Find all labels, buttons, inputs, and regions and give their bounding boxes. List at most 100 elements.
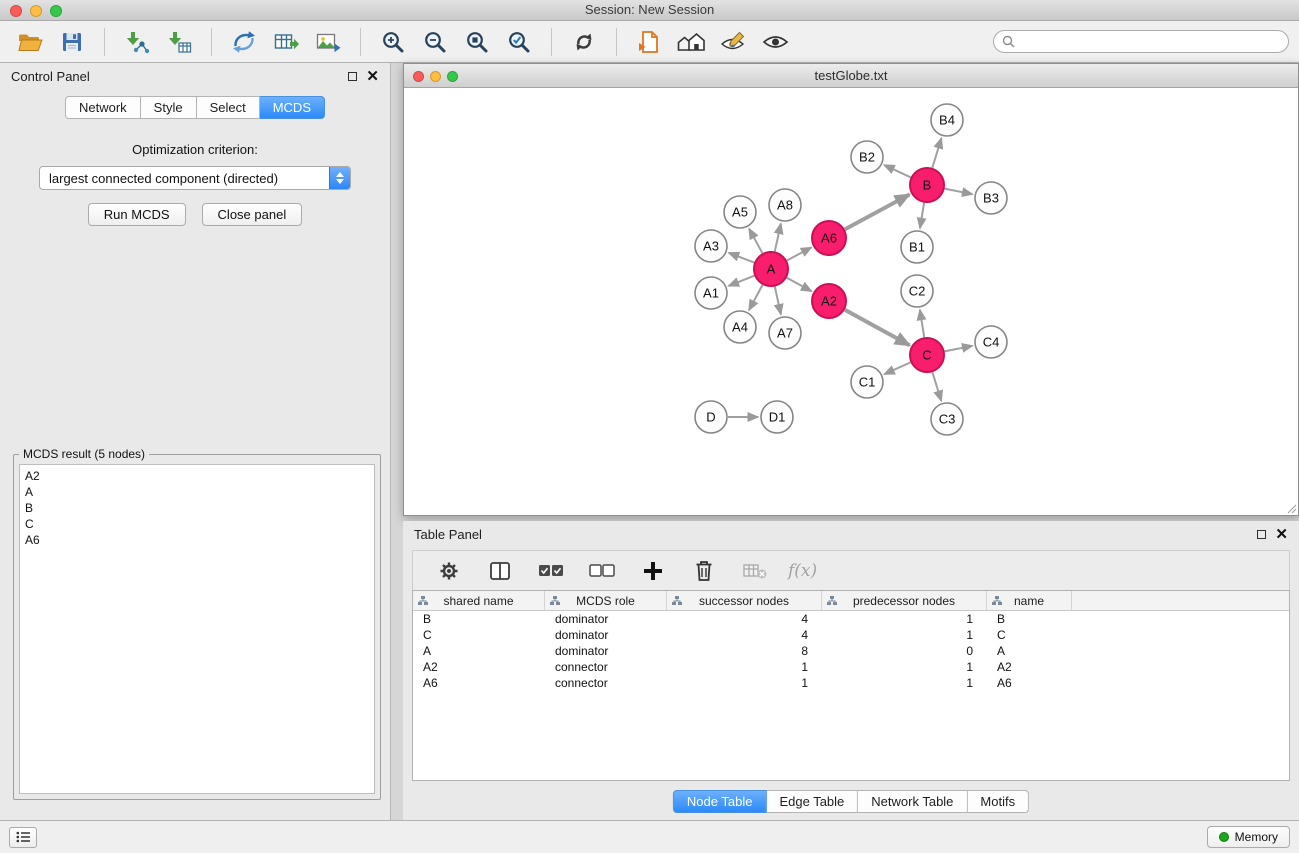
resize-grip-icon[interactable] [1285, 502, 1297, 514]
import-document-button[interactable] [631, 24, 667, 60]
graph-edge-C-C2[interactable] [920, 310, 924, 337]
mcds-result-item[interactable]: A [25, 484, 369, 500]
mcds-result-item[interactable]: B [25, 500, 369, 516]
table-row[interactable]: A6connector11A6 [413, 675, 1289, 691]
maximize-network-window-icon[interactable] [447, 71, 458, 82]
table-row[interactable]: Bdominator41B [413, 611, 1289, 627]
graph-node-B1[interactable]: B1 [901, 231, 933, 263]
graph-edge-A-A3[interactable] [729, 253, 755, 263]
graph-node-A3[interactable]: A3 [695, 230, 727, 262]
delete-column-button[interactable] [686, 553, 722, 589]
tab-network[interactable]: Network [65, 96, 141, 119]
network-graph-svg[interactable]: B4B2BB3A5A8A6B1A3AC2A1A2A4A7C4CC1C3DD1 [404, 88, 1298, 515]
graph-node-C4[interactable]: C4 [975, 326, 1007, 358]
graph-edge-B-B1[interactable] [920, 203, 924, 228]
save-session-button[interactable] [54, 24, 90, 60]
table-row[interactable]: Adominator80A [413, 643, 1289, 659]
close-network-window-icon[interactable] [413, 71, 424, 82]
graph-node-B4[interactable]: B4 [931, 104, 963, 136]
column-header-name[interactable]: name [987, 591, 1072, 610]
graph-node-A1[interactable]: A1 [695, 277, 727, 309]
graph-edge-C-C1[interactable] [884, 362, 910, 374]
zoom-in-button[interactable] [375, 24, 411, 60]
graph-node-A[interactable]: A [754, 252, 788, 286]
minimize-window-icon[interactable] [30, 5, 42, 17]
graph-node-A4[interactable]: A4 [724, 311, 756, 343]
graph-edge-A-A1[interactable] [729, 276, 755, 286]
show-columns-button[interactable] [482, 553, 518, 589]
graph-node-A8[interactable]: A8 [769, 189, 801, 221]
float-table-panel-icon[interactable] [1257, 530, 1266, 539]
graph-node-B3[interactable]: B3 [975, 182, 1007, 214]
graph-edge-B-B3[interactable] [945, 189, 973, 195]
mcds-result-item[interactable]: A6 [25, 532, 369, 548]
search-input[interactable] [1019, 35, 1280, 49]
graph-node-B[interactable]: B [910, 168, 944, 202]
run-mcds-button[interactable]: Run MCDS [88, 203, 186, 226]
select-all-button[interactable] [533, 553, 569, 589]
open-session-button[interactable] [12, 24, 48, 60]
mcds-result-item[interactable]: C [25, 516, 369, 532]
graph-node-D1[interactable]: D1 [761, 401, 793, 433]
graph-edge-A-A5[interactable] [749, 229, 762, 254]
table-row[interactable]: Cdominator41C [413, 627, 1289, 643]
new-network-button[interactable] [226, 24, 262, 60]
graph-edge-A-A7[interactable] [775, 287, 781, 315]
graph-node-A5[interactable]: A5 [724, 196, 756, 228]
tab-network-table[interactable]: Network Table [858, 790, 967, 813]
graph-node-A7[interactable]: A7 [769, 317, 801, 349]
tab-edge-table[interactable]: Edge Table [766, 790, 858, 813]
graph-node-A2[interactable]: A2 [812, 284, 846, 318]
mcds-result-item[interactable]: A2 [25, 468, 369, 484]
float-panel-icon[interactable] [348, 72, 357, 81]
graph-node-C3[interactable]: C3 [931, 403, 963, 435]
tab-style[interactable]: Style [141, 96, 197, 119]
import-network-from-file-button[interactable] [119, 24, 155, 60]
graph-edge-A-A2[interactable] [787, 278, 812, 292]
graph-edge-A2-C[interactable] [845, 310, 910, 346]
edit-style-button[interactable] [715, 24, 751, 60]
minimize-network-window-icon[interactable] [430, 71, 441, 82]
export-image-button[interactable] [310, 24, 346, 60]
graph-edge-A-A8[interactable] [775, 224, 781, 252]
table-row[interactable]: A2connector11A2 [413, 659, 1289, 675]
maximize-window-icon[interactable] [50, 5, 62, 17]
mcds-result-list[interactable]: A2ABCA6 [19, 464, 375, 794]
graph-edge-C-C4[interactable] [945, 346, 973, 352]
zoom-out-button[interactable] [417, 24, 453, 60]
close-panel-icon[interactable]: ✕ [366, 72, 379, 82]
graph-node-B2[interactable]: B2 [851, 141, 883, 173]
graph-edge-C-C3[interactable] [932, 372, 941, 401]
column-header-successor-nodes[interactable]: successor nodes [667, 591, 822, 610]
zoom-fit-button[interactable] [459, 24, 495, 60]
graph-edge-A-A6[interactable] [787, 247, 812, 260]
home-button[interactable] [673, 24, 709, 60]
column-header-MCDS-role[interactable]: MCDS role [545, 591, 667, 610]
close-panel-button[interactable]: Close panel [202, 203, 303, 226]
delete-table-button[interactable] [737, 553, 773, 589]
column-header-shared-name[interactable]: shared name [413, 591, 545, 610]
search-field[interactable] [993, 30, 1289, 53]
network-window-titlebar[interactable]: testGlobe.txt [404, 64, 1298, 88]
function-builder-button[interactable]: f(x) [788, 561, 817, 581]
graph-node-C2[interactable]: C2 [901, 275, 933, 307]
zoom-selected-button[interactable] [501, 24, 537, 60]
graph-node-C1[interactable]: C1 [851, 366, 883, 398]
new-table-button[interactable] [268, 24, 304, 60]
graph-node-D[interactable]: D [695, 401, 727, 433]
add-column-button[interactable] [635, 553, 671, 589]
network-canvas[interactable]: B4B2BB3A5A8A6B1A3AC2A1A2A4A7C4CC1C3DD1 [404, 88, 1298, 515]
graph-edge-B-B2[interactable] [884, 165, 911, 177]
optimization-criterion-select[interactable]: largest connected component (directed) [39, 166, 351, 190]
close-window-icon[interactable] [10, 5, 22, 17]
show-graphics-details-button[interactable] [757, 24, 793, 60]
table-settings-button[interactable] [431, 553, 467, 589]
unselect-all-button[interactable] [584, 553, 620, 589]
tab-node-table[interactable]: Node Table [673, 790, 767, 813]
tab-motifs[interactable]: Motifs [967, 790, 1029, 813]
graph-edge-B-B4[interactable] [932, 138, 941, 168]
graph-edge-A-A4[interactable] [749, 285, 763, 310]
graph-node-A6[interactable]: A6 [812, 221, 846, 255]
tab-mcds[interactable]: MCDS [260, 96, 325, 119]
apply-layout-button[interactable] [566, 24, 602, 60]
